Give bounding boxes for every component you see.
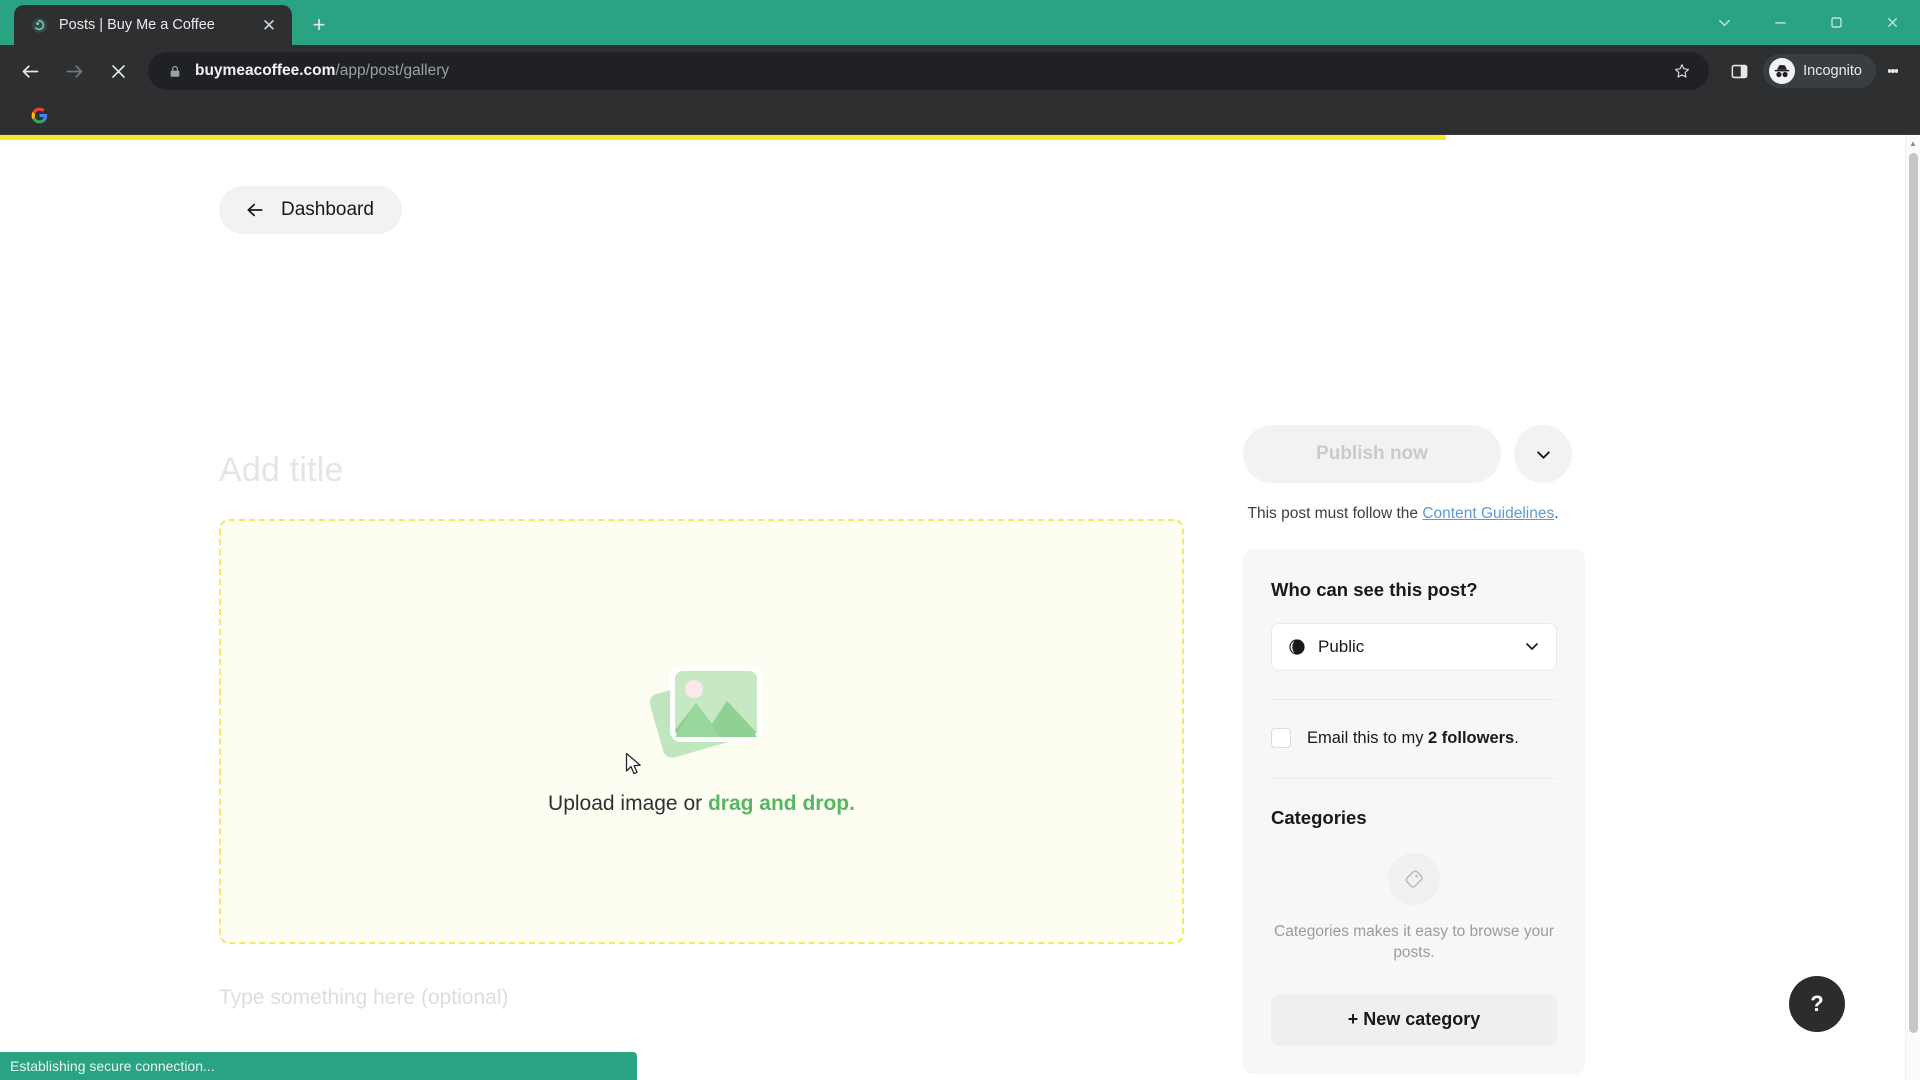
help-button[interactable]: ? [1789, 976, 1845, 1032]
url-path: /app/post/gallery [335, 62, 450, 79]
content-guidelines-note: This post must follow the Content Guidel… [1243, 505, 1563, 523]
status-bar: Establishing secure connection... [0, 1052, 637, 1080]
bmc-favicon [30, 16, 48, 34]
image-placeholder-icon [634, 646, 770, 764]
address-bar[interactable]: buymeacoffee.com/app/post/gallery [148, 52, 1710, 90]
url-text: buymeacoffee.com/app/post/gallery [195, 62, 1665, 80]
browser-window: Posts | Buy Me a Coffee ✕ + buymeacoffee… [0, 0, 1920, 1080]
email-followers-checkbox[interactable] [1271, 728, 1291, 748]
card-divider [1271, 699, 1557, 700]
forward-button[interactable] [54, 51, 94, 91]
post-settings-sidebar: Publish now This post must follow the Co… [1243, 425, 1585, 1074]
back-button[interactable] [10, 51, 50, 91]
email-suffix: . [1514, 728, 1519, 747]
post-editor: Add title Upload image or drag and drop.… [219, 450, 1184, 1010]
publish-options-chevron-down-icon[interactable] [1514, 425, 1572, 483]
visibility-heading: Who can see this post? [1271, 579, 1478, 600]
guideline-prefix: This post must follow the [1247, 505, 1423, 522]
incognito-label: Incognito [1803, 63, 1862, 79]
dashboard-button[interactable]: Dashboard [219, 186, 402, 234]
dashboard-button-wrapper: Dashboard [219, 186, 402, 234]
visibility-select[interactable]: Public [1271, 623, 1557, 671]
visibility-selected-value: Public [1318, 637, 1365, 656]
tab-strip: Posts | Buy Me a Coffee ✕ + [0, 0, 1920, 45]
close-icon[interactable]: ✕ [256, 12, 282, 38]
browser-menu-icon[interactable] [1876, 51, 1910, 91]
arrow-left-icon [243, 200, 267, 220]
url-domain: buymeacoffee.com [195, 62, 336, 79]
categories-empty-text: Categories makes it easy to browse your … [1274, 923, 1554, 962]
window-controls [1696, 0, 1920, 45]
image-dropzone[interactable]: Upload image or drag and drop. [219, 518, 1184, 944]
email-prefix: Email this to my [1307, 728, 1429, 747]
visibility-card: Who can see this post? Public Email this… [1243, 549, 1585, 1074]
new-tab-button[interactable]: + [302, 8, 336, 42]
scrollbar-thumb[interactable] [1909, 153, 1918, 1033]
lock-icon [166, 64, 184, 79]
dropzone-text: Upload image or drag and drop. [548, 792, 855, 816]
post-body-input[interactable]: Type something here (optional) [219, 986, 1184, 1010]
incognito-icon [1769, 58, 1796, 84]
email-followers-label: Email this to my 2 followers. [1307, 729, 1519, 748]
email-followers-row[interactable]: Email this to my 2 followers. [1271, 728, 1557, 748]
bookmark-star-icon[interactable] [1665, 62, 1699, 80]
categories-heading: Categories [1271, 807, 1367, 828]
google-bookmark-icon[interactable] [22, 101, 56, 131]
scroll-up-arrow-icon[interactable]: ▲ [1906, 135, 1920, 151]
globe-icon [1288, 638, 1306, 656]
publish-now-button[interactable]: Publish now [1243, 425, 1501, 483]
post-title-input[interactable]: Add title [219, 450, 1184, 491]
chevron-down-icon[interactable] [1696, 0, 1752, 45]
chevron-down-icon [1524, 638, 1540, 657]
page-scrollbar[interactable]: ▲ [1905, 135, 1920, 1080]
dashboard-button-label: Dashboard [281, 199, 374, 220]
page-viewport: Dashboard Add title Upload image or drag… [0, 135, 1920, 1080]
tag-icon [1388, 853, 1440, 905]
dropzone-text-accent: drag and drop. [707, 792, 855, 816]
content-guidelines-link[interactable]: Content Guidelines [1422, 505, 1554, 522]
dropzone-text-plain: Upload image or [548, 792, 708, 816]
tab-title: Posts | Buy Me a Coffee [59, 17, 215, 33]
guideline-suffix: . [1554, 505, 1559, 522]
maximize-icon[interactable] [1808, 0, 1864, 45]
publish-row: Publish now [1243, 425, 1585, 483]
close-window-icon[interactable] [1864, 0, 1920, 45]
categories-empty-state: Categories makes it easy to browse your … [1271, 847, 1557, 964]
new-category-button[interactable]: + New category [1271, 993, 1557, 1046]
categories-divider [1271, 778, 1557, 779]
bookmarks-bar [0, 97, 1920, 135]
followers-count: 2 followers [1428, 728, 1515, 747]
stop-loading-button[interactable] [98, 51, 138, 91]
minimize-icon[interactable] [1752, 0, 1808, 45]
incognito-indicator[interactable]: Incognito [1763, 54, 1876, 88]
side-panel-icon[interactable] [1719, 51, 1759, 91]
browser-tab[interactable]: Posts | Buy Me a Coffee ✕ [14, 5, 292, 45]
buymeacoffee-post-editor: Dashboard Add title Upload image or drag… [0, 140, 1905, 1080]
browser-toolbar: buymeacoffee.com/app/post/gallery Incogn… [0, 45, 1920, 97]
status-text: Establishing secure connection... [10, 1058, 215, 1074]
